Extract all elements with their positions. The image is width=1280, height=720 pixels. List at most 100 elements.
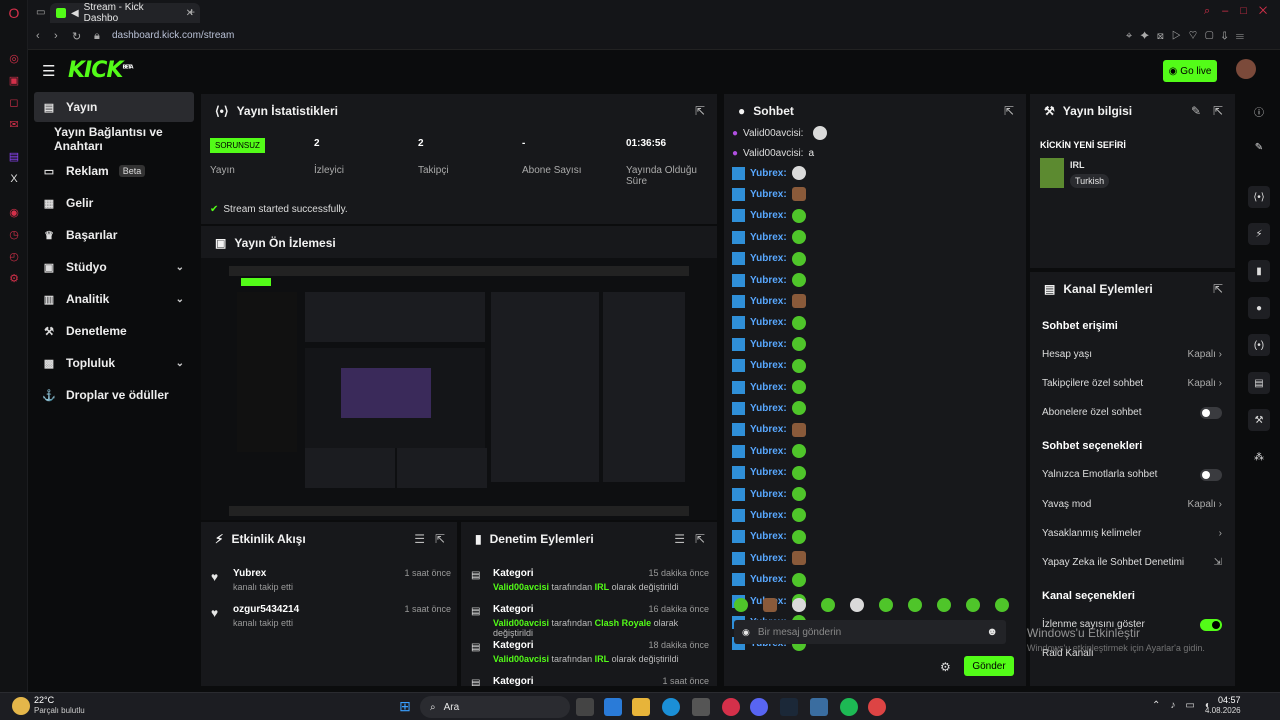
x-icon[interactable]: X bbox=[7, 172, 21, 186]
sidebar-item-stream-key[interactable]: Yayın Bağlantısı ve Anahtarı bbox=[34, 124, 194, 154]
clock-icon[interactable]: ◴ bbox=[7, 250, 21, 264]
chat-username[interactable]: Yubrex: bbox=[750, 339, 787, 350]
chat-username[interactable]: Yubrex: bbox=[750, 403, 787, 414]
app-icon[interactable] bbox=[810, 698, 828, 716]
emote-picker-icon[interactable] bbox=[734, 598, 748, 612]
forward-icon[interactable]: › bbox=[54, 30, 58, 42]
app2-icon[interactable] bbox=[868, 698, 886, 716]
sidebar-item-reklam[interactable]: ▭ Reklam Beta bbox=[34, 156, 194, 186]
send-button[interactable]: Gönder bbox=[964, 656, 1014, 676]
menu-icon[interactable]: ☰ bbox=[42, 62, 55, 80]
stream-preview[interactable] bbox=[201, 258, 717, 520]
settings-icon[interactable]: ⚙ bbox=[7, 272, 21, 286]
chat-username[interactable]: Yubrex: bbox=[750, 296, 787, 307]
player-icon[interactable]: ◉ bbox=[7, 206, 21, 220]
sidebar-item-yayin[interactable]: ▤ Yayın bbox=[34, 92, 194, 122]
sidebar-item-gelir[interactable]: ▦ Gelir bbox=[34, 188, 194, 218]
chat-username[interactable]: Yubrex: bbox=[750, 467, 787, 478]
chat-username[interactable]: Yubrex: bbox=[750, 553, 787, 564]
sidebar-item-topluluk[interactable]: ▩ Topluluk ⌄ bbox=[34, 348, 194, 378]
go-live-button[interactable]: ◉ Go live bbox=[1163, 60, 1217, 82]
sidebar-item-studyo[interactable]: ▣ Stüdyo ⌄ bbox=[34, 252, 194, 282]
expand-icon[interactable]: ⇱ bbox=[695, 104, 705, 118]
explorer-icon[interactable] bbox=[632, 698, 650, 716]
chat-input[interactable]: ◉ Bir mesaj gönderin ☻ bbox=[734, 620, 1006, 644]
aria-icon[interactable]: ◎ bbox=[7, 52, 21, 66]
expand-icon[interactable]: ⇱ bbox=[695, 532, 705, 546]
emote-picker-icon[interactable] bbox=[850, 598, 864, 612]
edit-icon[interactable]: ✎ bbox=[1191, 104, 1201, 118]
chat-username[interactable]: Yubrex: bbox=[750, 275, 787, 286]
option-account-age[interactable]: Hesap yaşı Kapalı › bbox=[1042, 349, 1222, 360]
discord-icon[interactable] bbox=[750, 698, 768, 716]
tab-overview-icon[interactable]: ▭ bbox=[36, 7, 45, 18]
chat-username[interactable]: Yubrex: bbox=[750, 210, 787, 221]
opera-taskbar-icon[interactable] bbox=[722, 698, 740, 716]
bag-icon[interactable]: ▣ bbox=[7, 74, 21, 88]
chat-username[interactable]: Yubrex: bbox=[750, 489, 787, 500]
window-controls[interactable]: ⌕–□✕ bbox=[1204, 5, 1279, 18]
emote-picker-icon[interactable] bbox=[763, 598, 777, 612]
taskbar-search[interactable]: ⌕ Ara bbox=[420, 696, 570, 718]
edge-icon[interactable] bbox=[662, 698, 680, 716]
emote-picker-icon[interactable] bbox=[966, 598, 980, 612]
chat-username[interactable]: Valid00avcisi: bbox=[743, 148, 803, 159]
emote-only-toggle[interactable] bbox=[1200, 469, 1222, 481]
chat-username[interactable]: Yubrex: bbox=[750, 510, 787, 521]
emote-picker-icon[interactable] bbox=[908, 598, 922, 612]
chat-username[interactable]: Yubrex: bbox=[750, 574, 787, 585]
expand-icon[interactable]: ⇱ bbox=[435, 532, 445, 546]
option-followers-only[interactable]: Takipçilere özel sohbet Kapalı › bbox=[1042, 378, 1222, 389]
expand-icon[interactable]: ⇱ bbox=[1004, 104, 1014, 118]
emote-picker-icon[interactable] bbox=[792, 598, 806, 612]
chat-username[interactable]: Yubrex: bbox=[750, 168, 787, 179]
history-icon[interactable]: ◷ bbox=[7, 228, 21, 242]
doc-rail-icon[interactable]: ▮ bbox=[1248, 260, 1270, 282]
emote-picker-icon[interactable] bbox=[879, 598, 893, 612]
chat-username[interactable]: Yubrex: bbox=[750, 317, 787, 328]
instagram-icon[interactable]: ◻ bbox=[7, 96, 21, 110]
share-icon[interactable]: ⁂ bbox=[1248, 446, 1270, 468]
chat-username[interactable]: Yubrex: bbox=[750, 189, 787, 200]
steam-icon[interactable] bbox=[780, 698, 798, 716]
stats-rail-icon[interactable]: ⟨•⟩ bbox=[1248, 186, 1270, 208]
chat-settings-icon[interactable]: ⚙ bbox=[940, 660, 951, 674]
twitch-icon[interactable]: ▤ bbox=[7, 150, 21, 164]
kick-logo[interactable]: KICKBETA bbox=[68, 58, 134, 83]
info-icon[interactable]: ⓘ bbox=[1248, 100, 1270, 122]
bolt-rail-icon[interactable]: ⚡︎ bbox=[1248, 223, 1270, 245]
expand-icon[interactable]: ⇱ bbox=[1213, 282, 1223, 296]
emote-picker-icon[interactable] bbox=[995, 598, 1009, 612]
filter-icon[interactable]: ☰ bbox=[674, 532, 685, 546]
option-ai-moderation[interactable]: Yapay Zeka ile Sohbet Denetimi ⇲ bbox=[1042, 557, 1222, 568]
subs-only-toggle[interactable] bbox=[1200, 407, 1222, 419]
chat-username[interactable]: Yubrex: bbox=[750, 253, 787, 264]
viewcount-toggle[interactable] bbox=[1200, 619, 1222, 631]
option-banned-words[interactable]: Yasaklanmış kelimeler › bbox=[1042, 528, 1222, 539]
emote-picker-icon[interactable] bbox=[937, 598, 951, 612]
sidebar-item-basarilar[interactable]: ♛ Başarılar bbox=[34, 220, 194, 250]
actions-rail-icon[interactable]: ▤ bbox=[1248, 372, 1270, 394]
store-icon[interactable] bbox=[692, 698, 710, 716]
url-field[interactable]: dashboard.kick.com/stream bbox=[112, 30, 234, 41]
sidebar-item-analitik[interactable]: ▥ Analitik ⌄ bbox=[34, 284, 194, 314]
opera-logo-icon[interactable]: O bbox=[7, 6, 21, 20]
emote-picker-icon[interactable] bbox=[821, 598, 835, 612]
chat-username[interactable]: Yubrex: bbox=[750, 446, 787, 457]
chat-username[interactable]: Valid00avcisi: bbox=[743, 128, 803, 139]
windows-start-icon[interactable]: ⊞ bbox=[396, 697, 414, 715]
back-icon[interactable]: ‹ bbox=[36, 30, 40, 42]
chat-username[interactable]: Yubrex: bbox=[750, 424, 787, 435]
expand-icon[interactable]: ⇱ bbox=[1213, 104, 1223, 118]
chat-username[interactable]: Yubrex: bbox=[750, 232, 787, 243]
sidebar-item-denetleme[interactable]: ⚒ Denetleme bbox=[34, 316, 194, 346]
chat-username[interactable]: Yubrex: bbox=[750, 382, 787, 393]
broadcast-rail-icon[interactable]: (•) bbox=[1248, 334, 1270, 356]
task-view-icon[interactable] bbox=[576, 698, 594, 716]
toolbar-icons[interactable]: ⌖✦⊠▷♡▢⇩☰ bbox=[1126, 30, 1252, 43]
sidebar-item-droplar[interactable]: ⚓ Droplar ve ödüller bbox=[34, 380, 194, 410]
new-tab-icon[interactable]: + bbox=[188, 5, 195, 19]
pen-icon[interactable]: ✎ bbox=[1248, 136, 1270, 158]
copilot-icon[interactable] bbox=[604, 698, 622, 716]
reload-icon[interactable]: ↻ bbox=[72, 30, 81, 43]
